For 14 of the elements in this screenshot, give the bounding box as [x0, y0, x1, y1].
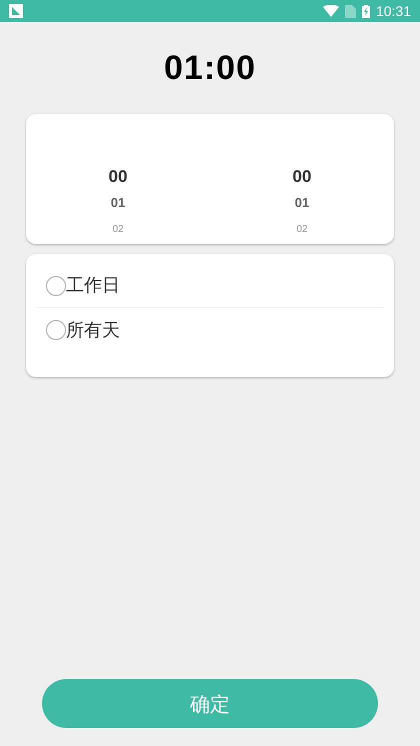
picker-value[interactable]: 00	[108, 164, 128, 190]
status-time: 10:31	[376, 2, 411, 20]
radio-button[interactable]	[46, 276, 66, 296]
picker-value[interactable]: 00	[292, 164, 312, 190]
picker-value[interactable]: 01	[294, 190, 310, 216]
option-label: 所有天	[66, 318, 120, 342]
no-sim-icon	[344, 4, 356, 18]
radio-button[interactable]	[46, 320, 66, 340]
wifi-icon	[322, 5, 339, 17]
app-notification-icon	[9, 4, 23, 18]
selected-time: 01:00	[164, 48, 256, 88]
picker-value[interactable]: 01	[110, 190, 126, 216]
battery-charging-icon	[362, 4, 370, 18]
option-label: 工作日	[66, 274, 120, 298]
